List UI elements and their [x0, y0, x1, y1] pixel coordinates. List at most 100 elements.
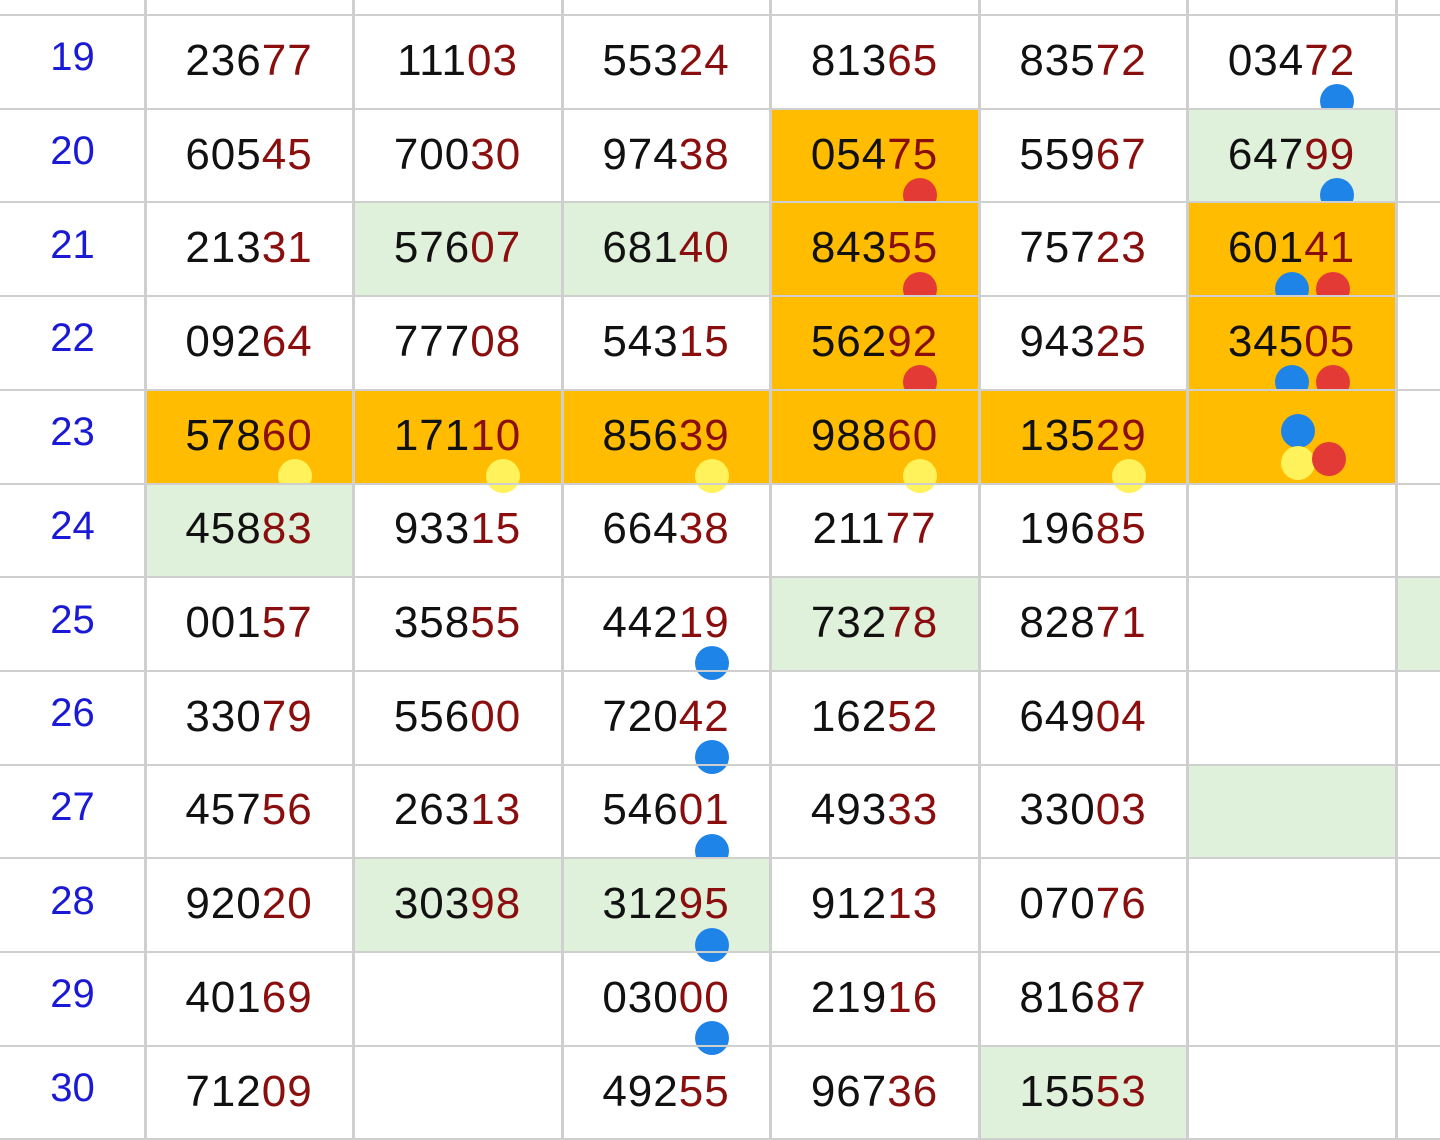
table-cell[interactable]: 562 92	[770, 296, 979, 390]
table-cell[interactable]	[1396, 15, 1440, 109]
table-cell[interactable]: 647 99	[1187, 108, 1396, 203]
table-cell[interactable]	[1396, 671, 1440, 765]
table-cell[interactable]	[1187, 952, 1396, 1046]
table-cell[interactable]	[1396, 109, 1440, 203]
table-cell[interactable]: 828 71	[979, 577, 1187, 671]
row-number[interactable]: 23	[0, 390, 145, 484]
table-cell[interactable]: 605 45	[145, 109, 353, 203]
table-cell[interactable]: 576 07	[353, 202, 562, 297]
table-cell[interactable]: 974 38	[562, 109, 770, 203]
cell-value-last-two-digits: 33	[887, 785, 939, 835]
row-number[interactable]: 30	[0, 1046, 145, 1140]
table-cell[interactable]: 578 60	[145, 389, 353, 484]
table-cell[interactable]: 556 00	[353, 671, 562, 765]
table-cell[interactable]: 263 13	[353, 765, 562, 859]
table-cell[interactable]	[1187, 671, 1396, 765]
row-number[interactable]: 22	[0, 296, 145, 390]
table-cell[interactable]: 001 57	[145, 577, 353, 671]
table-cell[interactable]: 236 77	[145, 15, 353, 109]
table-cell[interactable]: 492 55	[562, 1046, 770, 1140]
row-number[interactable]: 21	[0, 202, 145, 296]
table-cell[interactable]	[1396, 765, 1440, 859]
table-cell[interactable]: 219 16	[770, 952, 979, 1046]
row-number[interactable]: 28	[0, 858, 145, 952]
table-cell[interactable]: 757 23	[979, 202, 1187, 296]
table-cell[interactable]: 458 83	[145, 483, 353, 578]
table-cell[interactable]: 054 75	[770, 108, 979, 203]
table-cell[interactable]: 777 08	[353, 296, 562, 390]
row-number[interactable]: 19	[0, 15, 145, 109]
table-cell[interactable]: 813 65	[770, 15, 979, 109]
table-cell[interactable]: 162 52	[770, 671, 979, 765]
row-number[interactable]: 24	[0, 484, 145, 578]
table-cell[interactable]: 330 03	[979, 765, 1187, 859]
table-cell[interactable]: 700 30	[353, 109, 562, 203]
table-cell[interactable]: 111 03	[353, 15, 562, 109]
table-cell[interactable]: 835 72	[979, 15, 1187, 109]
table-cell[interactable]	[1396, 577, 1440, 671]
table-cell[interactable]: 401 69	[145, 952, 353, 1046]
table-cell[interactable]: 920 20	[145, 858, 353, 952]
table-cell[interactable]: 712 09	[145, 1046, 353, 1140]
cell-value-lead-digits: 732	[810, 598, 888, 648]
table-cell[interactable]: 943 25	[979, 296, 1187, 390]
table-cell[interactable]: 457 56	[145, 765, 353, 859]
cell-value-lead-digits: 543	[602, 316, 679, 366]
table-cell[interactable]: 213 31	[145, 202, 353, 296]
table-cell[interactable]: 135 29	[979, 389, 1187, 484]
table-cell[interactable]: 967 36	[770, 1046, 979, 1140]
grid-line-horizontal	[0, 951, 1440, 953]
table-cell[interactable]: 553 24	[562, 15, 770, 109]
row-number[interactable]: 27	[0, 765, 145, 859]
table-cell[interactable]: 034 72	[1187, 15, 1396, 109]
table-cell[interactable]: 988 60	[770, 389, 979, 484]
grid-line-horizontal	[0, 576, 1440, 579]
table-cell[interactable]: 070 76	[979, 858, 1187, 952]
table-cell[interactable]: 732 78	[770, 577, 979, 671]
table-cell[interactable]	[1396, 1046, 1440, 1140]
table-cell[interactable]	[1396, 296, 1440, 390]
table-cell[interactable]: 155 53	[979, 1045, 1187, 1140]
table-cell[interactable]: 843 55	[770, 202, 979, 297]
table-cell[interactable]: 493 33	[770, 765, 979, 859]
table-cell[interactable]: 546 01	[562, 765, 770, 859]
row-number[interactable]: 29	[0, 952, 145, 1046]
table-cell[interactable]	[1187, 577, 1396, 671]
table-cell[interactable]	[1396, 484, 1440, 578]
table-cell[interactable]: 856 39	[562, 389, 770, 484]
table-cell[interactable]: 211 77	[770, 484, 979, 578]
table-cell[interactable]: 196 85	[979, 484, 1187, 578]
table-cell[interactable]	[1187, 858, 1396, 952]
table-cell[interactable]: 312 95	[562, 858, 770, 952]
table-cell[interactable]: 681 40	[562, 202, 770, 297]
table-cell[interactable]: 442 19	[562, 577, 770, 671]
grid-line-horizontal	[0, 201, 1440, 204]
table-cell[interactable]: 543 15	[562, 296, 770, 390]
table-cell[interactable]	[1396, 390, 1440, 484]
table-cell[interactable]: 720 42	[562, 671, 770, 765]
row-number[interactable]: 20	[0, 109, 145, 203]
table-cell[interactable]: 358 55	[353, 577, 562, 671]
cell-value-last-two-digits: 16	[887, 972, 939, 1022]
table-cell[interactable]: 030 00	[562, 952, 770, 1046]
table-cell[interactable]: 092 64	[145, 296, 353, 390]
table-cell[interactable]: 816 87	[979, 952, 1187, 1046]
table-cell[interactable]	[1396, 952, 1440, 1046]
table-cell[interactable]	[1396, 858, 1440, 952]
table-cell[interactable]	[1187, 764, 1396, 859]
table-cell[interactable]: 664 38	[562, 484, 770, 578]
table-cell[interactable]	[353, 1046, 562, 1140]
table-cell[interactable]: 171 10	[353, 389, 562, 484]
table-cell[interactable]: 559 67	[979, 109, 1187, 203]
table-cell[interactable]	[353, 952, 562, 1046]
table-cell[interactable]	[1187, 484, 1396, 578]
table-cell[interactable]: 330 79	[145, 671, 353, 765]
row-number[interactable]: 26	[0, 671, 145, 765]
table-cell[interactable]: 933 15	[353, 484, 562, 578]
table-cell[interactable]	[1187, 1046, 1396, 1140]
table-cell[interactable]: 912 13	[770, 858, 979, 952]
table-cell[interactable]: 303 98	[353, 858, 562, 952]
table-cell[interactable]	[1396, 202, 1440, 296]
table-cell[interactable]: 649 04	[979, 671, 1187, 765]
row-number[interactable]: 25	[0, 577, 145, 671]
